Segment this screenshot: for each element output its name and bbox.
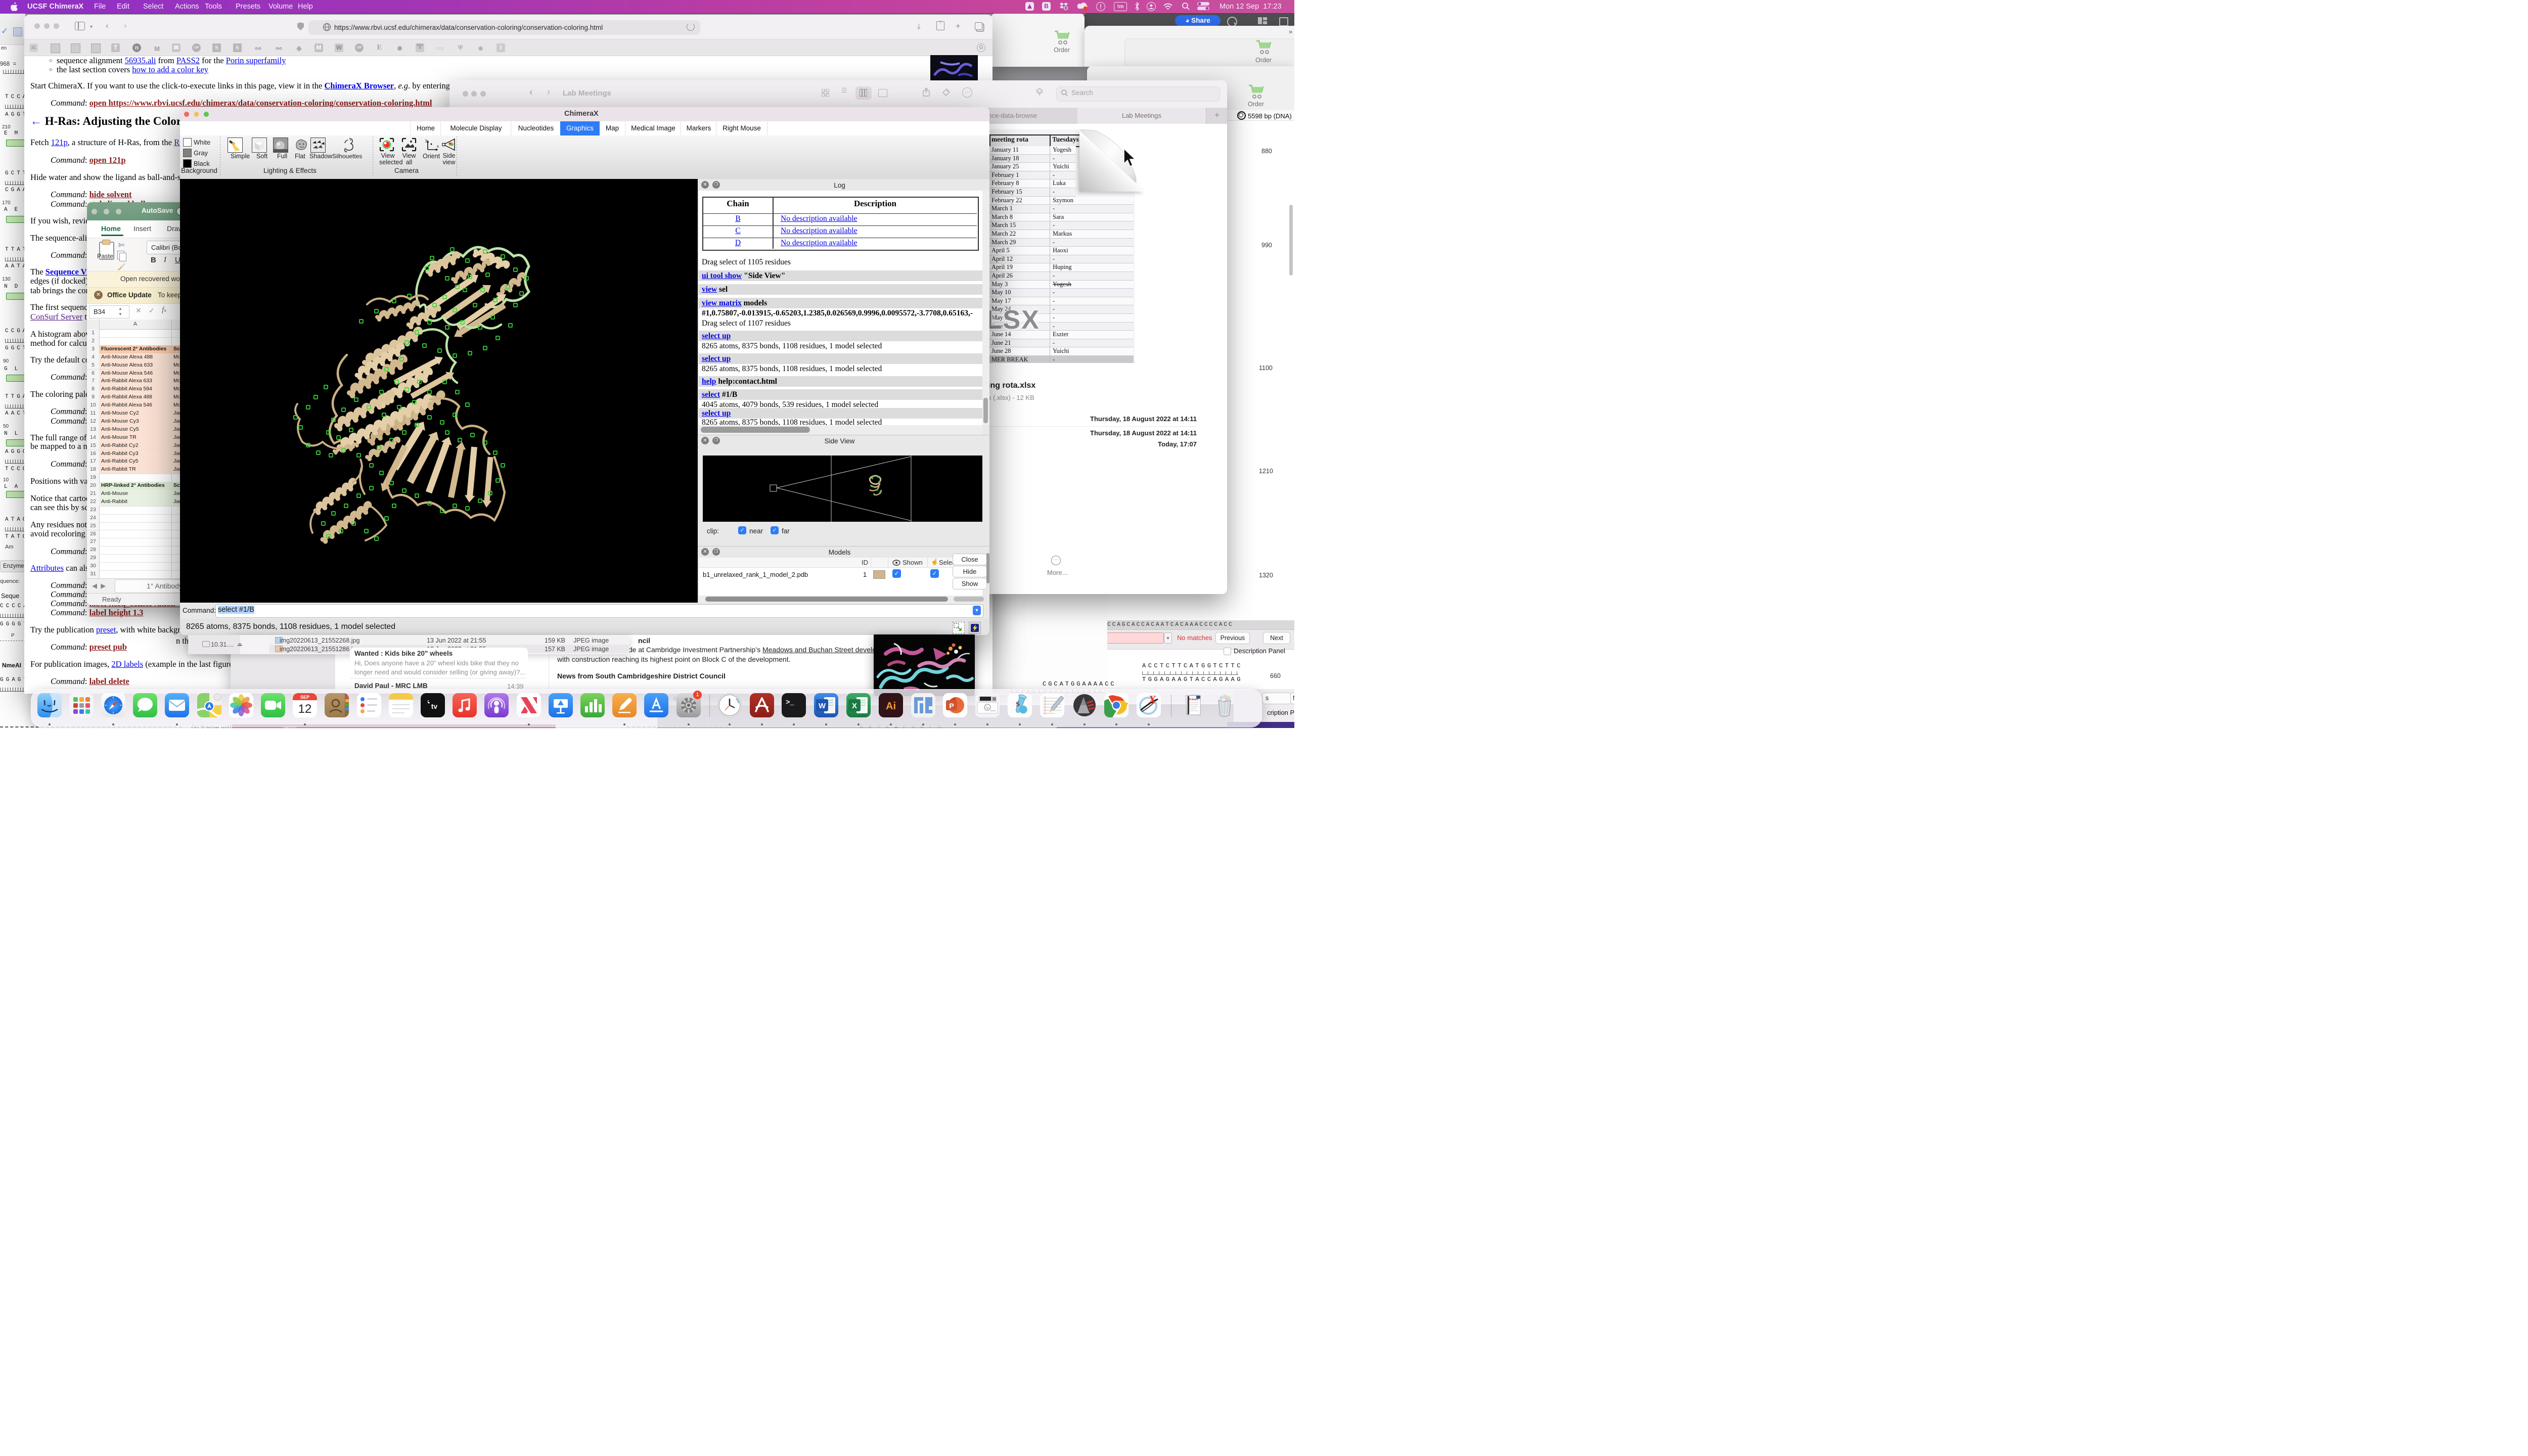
svg-text:hp: hp [986,707,989,710]
svg-text:SEP: SEP [300,695,309,700]
svg-text:>_: >_ [786,699,794,707]
svg-text:Ai: Ai [886,701,896,712]
svg-text:y: y [425,138,427,143]
svg-text:Science: Science [1189,698,1198,701]
svg-text:X: X [1148,693,1157,706]
svg-text:W: W [819,702,826,710]
svg-text:P: P [950,702,954,710]
svg-text:S: S [1016,701,1020,708]
svg-text:x: x [437,144,439,149]
svg-text:12: 12 [298,702,312,716]
svg-text:tv: tv [431,702,438,710]
svg-text:X: X [852,702,857,710]
